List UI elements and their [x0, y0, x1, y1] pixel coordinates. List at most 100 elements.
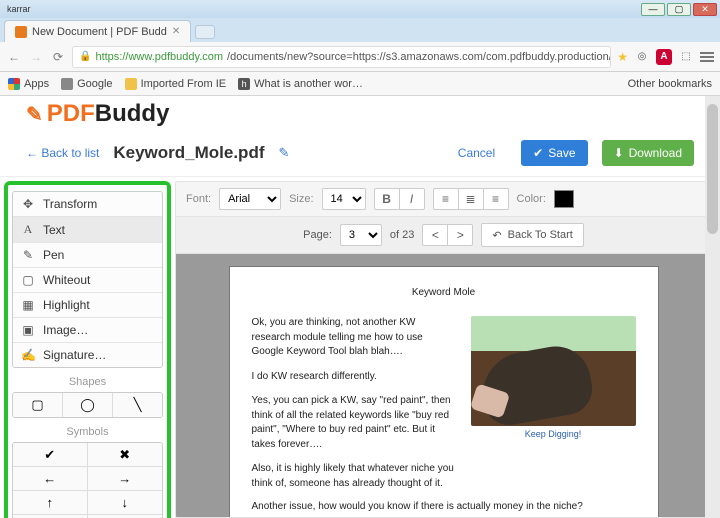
tool-label: Image…: [43, 323, 88, 337]
symbol-check[interactable]: ✔: [13, 443, 88, 467]
tool-signature[interactable]: ✍Signature…: [13, 343, 162, 367]
chrome-menu-icon[interactable]: [700, 52, 714, 62]
highlight-icon: ▦: [21, 298, 35, 312]
tool-whiteout[interactable]: ▢Whiteout: [13, 268, 162, 293]
rename-icon[interactable]: ✎: [278, 145, 289, 161]
nav-reload-icon[interactable]: ⟳: [50, 50, 66, 64]
shapes-row: ▢ ◯ ╲: [12, 392, 163, 418]
symbols-label: Symbols: [12, 426, 163, 438]
doc-paragraph: Another issue, how would you know if the…: [252, 501, 636, 512]
url-scheme: https: [95, 51, 119, 63]
bookmark-google[interactable]: Google: [61, 78, 112, 90]
sidebar-container: ✥Transform AText ✎ Pen ▢Whiteout ▦ Highlig…: [0, 177, 175, 518]
logo-pencil-icon: ✎: [26, 102, 43, 127]
tools-sidebar: ✥Transform AText ✎ Pen ▢Whiteout ▦ Highlig…: [4, 181, 171, 518]
pen-icon: ✎: [21, 248, 35, 262]
page-of-label: of 23: [390, 229, 414, 241]
tool-transform[interactable]: ✥Transform: [13, 192, 162, 217]
tab-title: New Document | PDF Budd: [32, 26, 167, 38]
whiteout-icon: ▢: [21, 273, 35, 287]
image-caption: Keep Digging!: [471, 429, 636, 439]
tool-label: Highlight: [43, 298, 90, 312]
extension-icon-1[interactable]: ◎: [634, 49, 650, 65]
window-close-button[interactable]: ✕: [693, 3, 717, 16]
save-label: Save: [548, 146, 575, 160]
bookmark-apps-label: Apps: [24, 78, 49, 90]
tool-label: Pen: [43, 248, 64, 262]
nav-forward-icon[interactable]: →: [28, 50, 44, 64]
back-to-start-button[interactable]: ↶Back To Start: [481, 223, 583, 247]
save-button[interactable]: ✔Save: [521, 140, 587, 166]
doc-text-wide: Another issue, how would you know if the…: [252, 501, 636, 517]
bookmark-label: Other bookmarks: [628, 78, 712, 90]
symbol-arrow-right[interactable]: →: [88, 467, 163, 491]
tool-label: Transform: [43, 197, 97, 211]
logo[interactable]: ✎ PDFBuddy: [26, 100, 694, 128]
shape-line[interactable]: ╲: [113, 393, 162, 417]
back-to-list-link[interactable]: ← Back to list: [26, 146, 99, 160]
tool-highlight[interactable]: ▦ Highlight: [13, 293, 162, 318]
page-next-button[interactable]: >: [447, 224, 473, 246]
download-label: Download: [629, 146, 682, 160]
font-select[interactable]: Arial: [219, 188, 281, 210]
brand-bar: ✎ PDFBuddy: [0, 96, 720, 134]
doc-paragraph: Also, it is highly likely that whatever …: [252, 462, 457, 491]
bookmark-whatis[interactable]: h What is another wor…: [238, 78, 363, 90]
favicon-icon: h: [238, 78, 250, 90]
format-toolbar: Font: Arial Size: 14 B I ≡ ≣ ≡ Color:: [176, 182, 711, 217]
cancel-button[interactable]: Cancel: [446, 140, 507, 166]
window-maximize-button[interactable]: ▢: [667, 3, 691, 16]
color-swatch[interactable]: [554, 190, 574, 208]
url-path: /documents/new?source=https://s3.amazona…: [227, 51, 611, 63]
style-group: B I: [374, 188, 425, 210]
window-user: karrar: [3, 4, 31, 14]
bookmark-label: What is another wor…: [254, 78, 363, 90]
doc-text-column: Ok, you are thinking, not another KW res…: [252, 316, 457, 501]
download-button[interactable]: ⬇ Download: [602, 140, 694, 166]
folder-icon: [125, 78, 137, 90]
bookmark-star-icon[interactable]: ★: [617, 50, 628, 64]
document-viewport[interactable]: Keyword Mole Ok, you are thinking, not a…: [176, 254, 711, 517]
page-select[interactable]: 3: [340, 224, 382, 246]
address-bar[interactable]: 🔒 https://www.pdfbuddy.com/documents/new…: [72, 46, 611, 68]
pdf-page[interactable]: Keyword Mole Ok, you are thinking, not a…: [229, 266, 659, 517]
tool-image[interactable]: ▣ Image…: [13, 318, 162, 343]
tool-pen[interactable]: ✎ Pen: [13, 243, 162, 268]
tab-favicon: [15, 26, 27, 38]
bookmark-label: Imported From IE: [141, 78, 227, 90]
symbol-arrow-left[interactable]: ←: [13, 467, 88, 491]
nav-back-icon[interactable]: ←: [6, 50, 22, 64]
doc-paragraph: Yes, you can pick a KW, say "red paint",…: [252, 394, 457, 452]
symbol-arrow-up[interactable]: ↑: [13, 491, 88, 515]
download-icon: ⬇: [614, 146, 624, 160]
align-right-button[interactable]: ≡: [483, 188, 509, 210]
align-center-button[interactable]: ≣: [458, 188, 484, 210]
shape-rect[interactable]: ▢: [13, 393, 63, 417]
bookmark-imported[interactable]: Imported From IE: [125, 78, 227, 90]
tool-list: ✥Transform AText ✎ Pen ▢Whiteout ▦ Highlig…: [12, 191, 163, 368]
tool-text[interactable]: AText: [13, 217, 162, 243]
window-minimize-button[interactable]: —: [641, 3, 665, 16]
lock-icon: 🔒: [79, 51, 91, 62]
page-prev-button[interactable]: <: [422, 224, 448, 246]
doc-paragraph: I do KW research differently.: [252, 370, 457, 385]
doc-image-column: Keep Digging!: [471, 316, 636, 501]
image-icon: ▣: [21, 323, 35, 337]
bookmark-other[interactable]: Other bookmarks: [624, 78, 712, 90]
apps-grid-icon: [8, 78, 20, 90]
symbol-arrow-down[interactable]: ↓: [88, 491, 163, 515]
scrollbar-thumb[interactable]: [707, 104, 718, 234]
browser-tab-active[interactable]: New Document | PDF Budd ✕: [4, 20, 191, 42]
italic-button[interactable]: I: [399, 188, 425, 210]
shape-circle[interactable]: ◯: [63, 393, 113, 417]
tab-close-icon[interactable]: ✕: [172, 26, 180, 37]
bookmark-apps[interactable]: Apps: [8, 78, 49, 90]
align-left-button[interactable]: ≡: [433, 188, 459, 210]
page-scrollbar[interactable]: [705, 96, 720, 518]
adblock-icon[interactable]: A: [656, 49, 672, 65]
symbol-cross[interactable]: ✖: [88, 443, 163, 467]
new-tab-button[interactable]: [195, 25, 215, 39]
bold-button[interactable]: B: [374, 188, 400, 210]
size-select[interactable]: 14: [322, 188, 366, 210]
extension-icon-2[interactable]: ⬚: [678, 49, 694, 65]
